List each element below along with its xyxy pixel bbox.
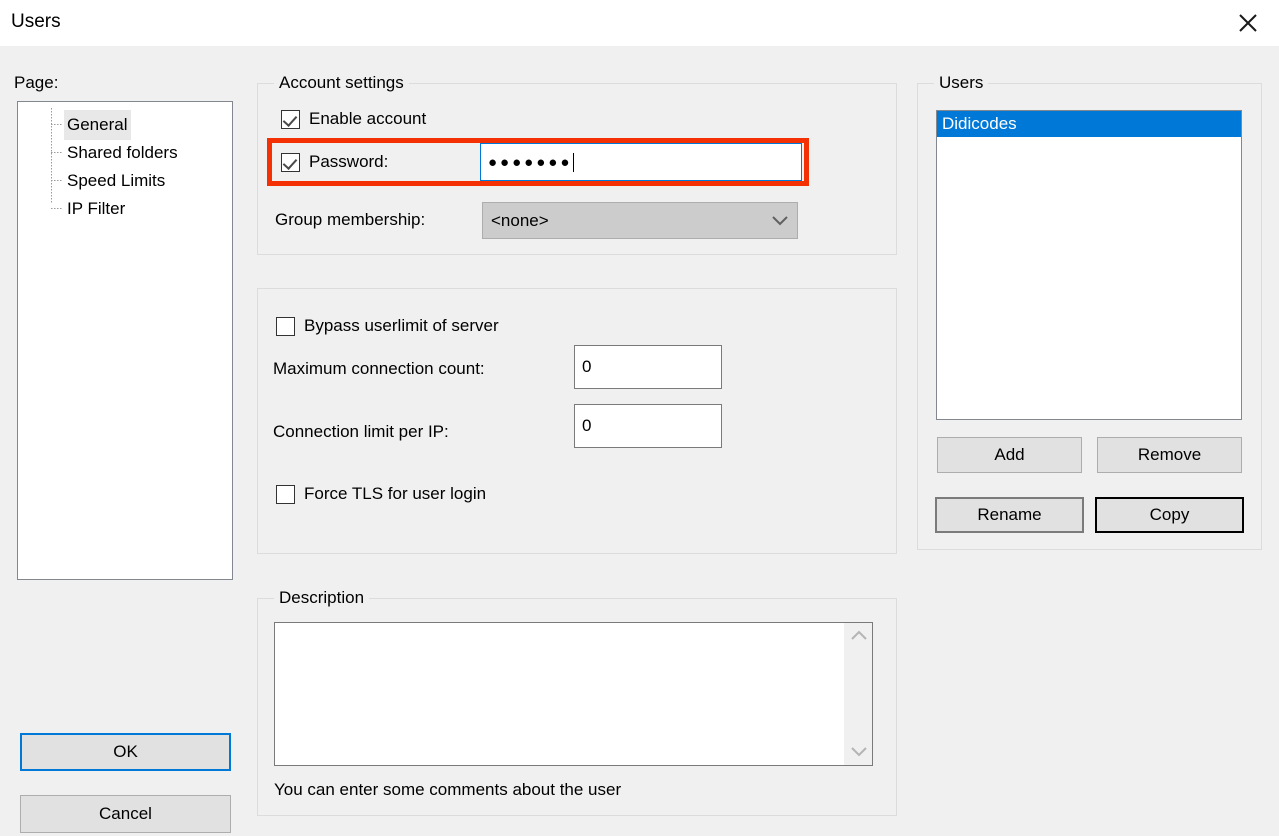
chevron-down-icon [763,215,797,226]
description-legend: Description [274,587,370,609]
remove-user-button[interactable]: Remove [1097,437,1242,473]
max-connection-count-value: 0 [582,357,592,376]
group-membership-label: Group membership: [275,210,426,229]
cancel-button[interactable]: Cancel [20,795,231,833]
tree-item-general[interactable]: General [18,110,232,140]
tree-item-label: Shared folders [67,143,178,162]
ok-button[interactable]: OK [20,733,231,771]
bypass-userlimit-checkbox[interactable]: Bypass userlimit of server [276,316,499,336]
page-label: Page: [14,73,59,92]
description-hint: You can enter some comments about the us… [274,780,622,799]
window-title: Users [11,11,61,32]
password-input[interactable]: ●●●●●●● [480,143,802,181]
force-tls-label: Force TLS for user login [304,484,487,503]
close-icon [1237,12,1259,34]
force-tls-checkbox[interactable]: Force TLS for user login [276,484,486,504]
group-membership-value: <none> [491,210,549,230]
checkbox-icon [281,109,300,129]
rename-user-button[interactable]: Rename [935,497,1084,533]
chevron-up-icon[interactable] [850,629,868,643]
checkbox-icon [276,316,295,336]
password-label: Password: [309,152,389,171]
description-scrollbar[interactable] [844,623,872,765]
connection-limit-per-ip-label: Connection limit per IP: [273,422,449,441]
page-tree[interactable]: General Shared folders Speed Limits IP F… [17,101,233,580]
title-bar: Users [0,0,1279,46]
enable-account-label: Enable account [309,109,427,128]
users-legend: Users [934,72,989,94]
add-user-button[interactable]: Add [937,437,1082,473]
checkbox-icon [276,484,295,504]
chevron-down-icon[interactable] [850,745,868,759]
tree-item-shared-folders[interactable]: Shared folders [18,138,232,166]
group-membership-select[interactable]: <none> [482,202,798,239]
tree-item-label: General [64,110,132,140]
connection-limit-per-ip-value: 0 [582,416,592,435]
connection-limit-per-ip-input[interactable]: 0 [574,404,722,448]
tree-item-label: IP Filter [67,199,126,218]
enable-account-checkbox[interactable]: Enable account [281,109,426,129]
max-connection-count-label: Maximum connection count: [273,359,485,378]
tree-item-speed-limits[interactable]: Speed Limits [18,166,232,194]
copy-user-button[interactable]: Copy [1095,497,1244,533]
checkbox-icon [281,152,300,172]
users-dialog: Users Page: General Shared folders Speed… [0,0,1279,836]
close-button[interactable] [1217,0,1279,46]
list-item[interactable]: Didicodes [937,111,1241,137]
users-listbox[interactable]: Didicodes [936,110,1242,420]
description-textarea[interactable] [274,622,873,766]
text-caret [573,152,575,172]
bypass-userlimit-label: Bypass userlimit of server [304,316,499,335]
tree-item-ip-filter[interactable]: IP Filter [18,194,232,222]
password-checkbox[interactable]: Password: [281,152,388,172]
password-masked-value: ●●●●●●● [488,153,573,171]
max-connection-count-input[interactable]: 0 [574,345,722,389]
account-settings-legend: Account settings [274,72,409,94]
tree-item-label: Speed Limits [67,171,166,190]
